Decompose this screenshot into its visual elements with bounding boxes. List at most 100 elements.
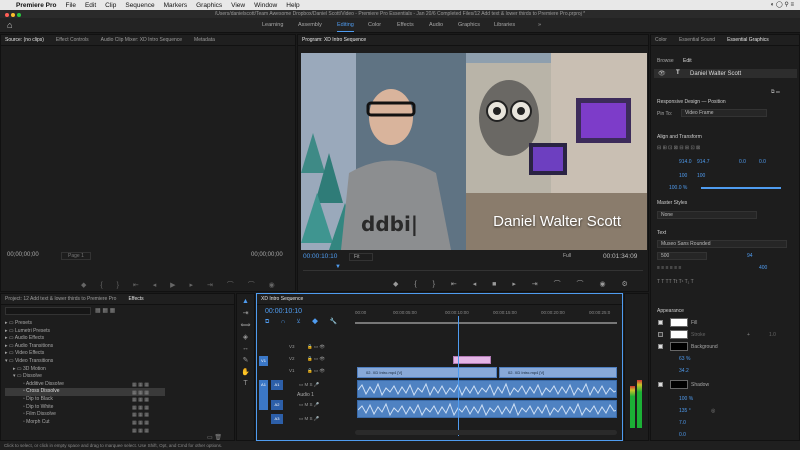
shadow-distance-value[interactable]: 7.0 bbox=[679, 420, 686, 426]
bg-opacity-value[interactable]: 63 % bbox=[679, 356, 690, 362]
fill-checkbox[interactable] bbox=[658, 320, 663, 325]
rotation-value[interactable]: 0.0 bbox=[739, 159, 746, 165]
video-frame[interactable]: ddbi| Daniel Walter Scott bbox=[301, 53, 647, 250]
tree-item-audio-transitions[interactable]: ▸ ▭ Audio Transitions bbox=[5, 343, 165, 351]
tree-item-video-transitions[interactable]: ▾ ▭ Video Transitions bbox=[5, 358, 165, 366]
background-swatch[interactable] bbox=[670, 342, 688, 351]
program-transport-controls[interactable]: ◆ { } ⇤ ◂ ■ ▸ ⇥ ⌒ ⌒ ◉ ⚙ bbox=[393, 279, 635, 289]
video-clip-2[interactable]: 02. XD Intro.mp4 [V] bbox=[499, 367, 617, 378]
scale-width[interactable]: 100 bbox=[679, 173, 687, 179]
tree-item-dissolve[interactable]: ▾ ▭ Dissolve bbox=[5, 373, 165, 381]
layer-name[interactable]: Daniel Walter Scott bbox=[690, 71, 741, 77]
tab-sequence[interactable]: XD Intro Sequence bbox=[261, 296, 303, 302]
position-y[interactable]: 914.7 bbox=[697, 159, 710, 165]
menu-markers[interactable]: Markers bbox=[164, 2, 187, 9]
tab-metadata[interactable]: Metadata bbox=[194, 37, 215, 43]
scale-height[interactable]: 100 bbox=[697, 173, 705, 179]
opacity-value[interactable]: 100.0 % bbox=[669, 185, 687, 191]
ripple-edit-tool-icon[interactable]: ⟺ bbox=[237, 321, 254, 329]
shadow-blur[interactable]: 0.0 bbox=[679, 432, 686, 438]
tree-item-presets[interactable]: ▸ ▭ Presets bbox=[5, 320, 165, 328]
source-patch-v1[interactable]: V1 bbox=[259, 356, 268, 366]
track-v3[interactable]: V3 🔒 ▭ 👁 bbox=[259, 344, 355, 355]
tab-program[interactable]: Program: XD Intro Sequence bbox=[302, 37, 366, 43]
menu-sequence[interactable]: Sequence bbox=[125, 2, 154, 9]
background-checkbox[interactable] bbox=[658, 344, 663, 349]
shadow-angle[interactable]: 135 ° bbox=[679, 408, 691, 414]
tab-audio-clip-mixer[interactable]: Audio Clip Mixer: XD Intro Sequence bbox=[101, 37, 182, 43]
text-style-icons[interactable]: T T TT Tt T¹ T₁ T bbox=[657, 279, 694, 285]
tab-source[interactable]: Source: (no clips) bbox=[5, 37, 44, 43]
program-timecode[interactable]: 00:00:10:10 bbox=[303, 253, 337, 260]
font-select[interactable]: Museo Sans Rounded bbox=[657, 240, 787, 248]
shadow-distance[interactable]: 7.0 bbox=[679, 420, 686, 426]
shadow-checkbox[interactable] bbox=[658, 382, 663, 387]
workspace-effects[interactable]: Effects bbox=[397, 22, 414, 28]
video-clip-1[interactable]: 02. XD Intro.mp4 [V] bbox=[357, 367, 497, 378]
work-area-bar[interactable] bbox=[355, 322, 617, 324]
font-size[interactable]: 94 bbox=[747, 253, 753, 259]
menu-edit[interactable]: Edit bbox=[85, 2, 96, 9]
menu-file[interactable]: File bbox=[65, 2, 75, 9]
workspace-libraries[interactable]: Libraries bbox=[494, 22, 515, 28]
track-v1[interactable]: V1 🔒 ▭ 👁 bbox=[259, 368, 355, 379]
filter-icons[interactable]: ▦ ▦ ▦ bbox=[95, 307, 115, 314]
tab-browse[interactable]: Browse bbox=[657, 58, 674, 64]
master-style-select[interactable]: None bbox=[657, 211, 757, 219]
source-timecode-in[interactable]: 00;00;00;00 bbox=[7, 252, 39, 258]
new-bin-icon[interactable]: ▭ 🗑 bbox=[207, 434, 222, 441]
stroke-checkbox[interactable] bbox=[658, 332, 663, 337]
bg-size-value[interactable]: 34.2 bbox=[679, 368, 689, 374]
zoom-select[interactable]: Fit bbox=[349, 253, 373, 261]
anchor[interactable]: 0.0 bbox=[759, 159, 766, 165]
selection-tool-icon[interactable]: ▲ bbox=[237, 298, 254, 305]
lower-third-text[interactable]: Daniel Walter Scott bbox=[493, 213, 621, 230]
angle-dial-icon[interactable]: ◎ bbox=[711, 408, 715, 414]
type-tool-icon[interactable]: T bbox=[237, 380, 254, 387]
scale2-value[interactable]: 100 bbox=[697, 173, 705, 179]
track-a2[interactable]: ▭ M S 🎤 bbox=[259, 402, 355, 413]
tab-project[interactable]: Project: 12 Add text & lower thirds to P… bbox=[5, 296, 116, 302]
add-stroke-icon[interactable]: + bbox=[747, 332, 750, 338]
workspace-audio[interactable]: Audio bbox=[429, 22, 443, 28]
stroke-width[interactable]: 1.0 bbox=[769, 332, 776, 338]
minimize-button[interactable] bbox=[11, 13, 15, 17]
workspace-learning[interactable]: Learning bbox=[262, 22, 283, 28]
tree-item-lumetri[interactable]: ▸ ▭ Lumetri Presets bbox=[5, 328, 165, 336]
workspace-editing[interactable]: Editing bbox=[337, 22, 354, 32]
zoom-button[interactable] bbox=[17, 13, 21, 17]
tree-item-3d-motion[interactable]: ▸ ▭ 3D Motion bbox=[5, 366, 165, 374]
page-select[interactable]: Page 1 bbox=[61, 252, 91, 260]
shadow-blur-value[interactable]: 0.0 bbox=[679, 432, 686, 438]
tree-item-audio-effects[interactable]: ▸ ▭ Audio Effects bbox=[5, 335, 165, 343]
menu-view[interactable]: View bbox=[231, 2, 245, 9]
position-x-value[interactable]: 914.0 bbox=[679, 159, 692, 165]
shadow-swatch[interactable] bbox=[670, 380, 688, 389]
track-a3[interactable]: ▭ M S 🎤 bbox=[259, 416, 355, 427]
effects-search-input[interactable] bbox=[5, 307, 91, 315]
tab-essential-sound[interactable]: Essential Sound bbox=[679, 37, 715, 43]
razor-tool-icon[interactable]: ◈ bbox=[237, 333, 254, 341]
pen-tool-icon[interactable]: ✎ bbox=[237, 356, 254, 364]
track-select-tool-icon[interactable]: ⇥ bbox=[237, 309, 254, 317]
timeline-scrollbar[interactable] bbox=[355, 430, 617, 435]
menu-window[interactable]: Window bbox=[254, 2, 277, 9]
tab-effect-controls[interactable]: Effect Controls bbox=[56, 37, 89, 43]
track-v2[interactable]: V2 🔒 ▭ 👁 bbox=[259, 356, 355, 367]
menu-help[interactable]: Help bbox=[286, 2, 299, 9]
text-align-icons[interactable]: ≡ ≡ ≡ ≡ ≡ ≡ bbox=[657, 265, 681, 271]
playhead[interactable] bbox=[458, 316, 459, 436]
opacity[interactable]: 100.0 % bbox=[669, 185, 687, 191]
slip-tool-icon[interactable]: ↔ bbox=[237, 345, 254, 352]
rotation[interactable]: 0.0 bbox=[739, 159, 746, 165]
menu-clip[interactable]: Clip bbox=[105, 2, 116, 9]
scale-value[interactable]: 100 bbox=[679, 173, 687, 179]
shadow-angle-value[interactable]: 135 ° bbox=[679, 408, 691, 414]
stroke-swatch[interactable] bbox=[670, 330, 688, 339]
bg-opacity[interactable]: 63 % bbox=[679, 356, 690, 362]
fill-swatch[interactable] bbox=[670, 318, 688, 327]
tab-color[interactable]: Color bbox=[655, 37, 667, 43]
tree-item-video-effects[interactable]: ▸ ▭ Video Effects bbox=[5, 350, 165, 358]
new-layer-icon[interactable]: ⧉ ▭ bbox=[771, 89, 780, 95]
workspace-assembly[interactable]: Assembly bbox=[298, 22, 322, 28]
